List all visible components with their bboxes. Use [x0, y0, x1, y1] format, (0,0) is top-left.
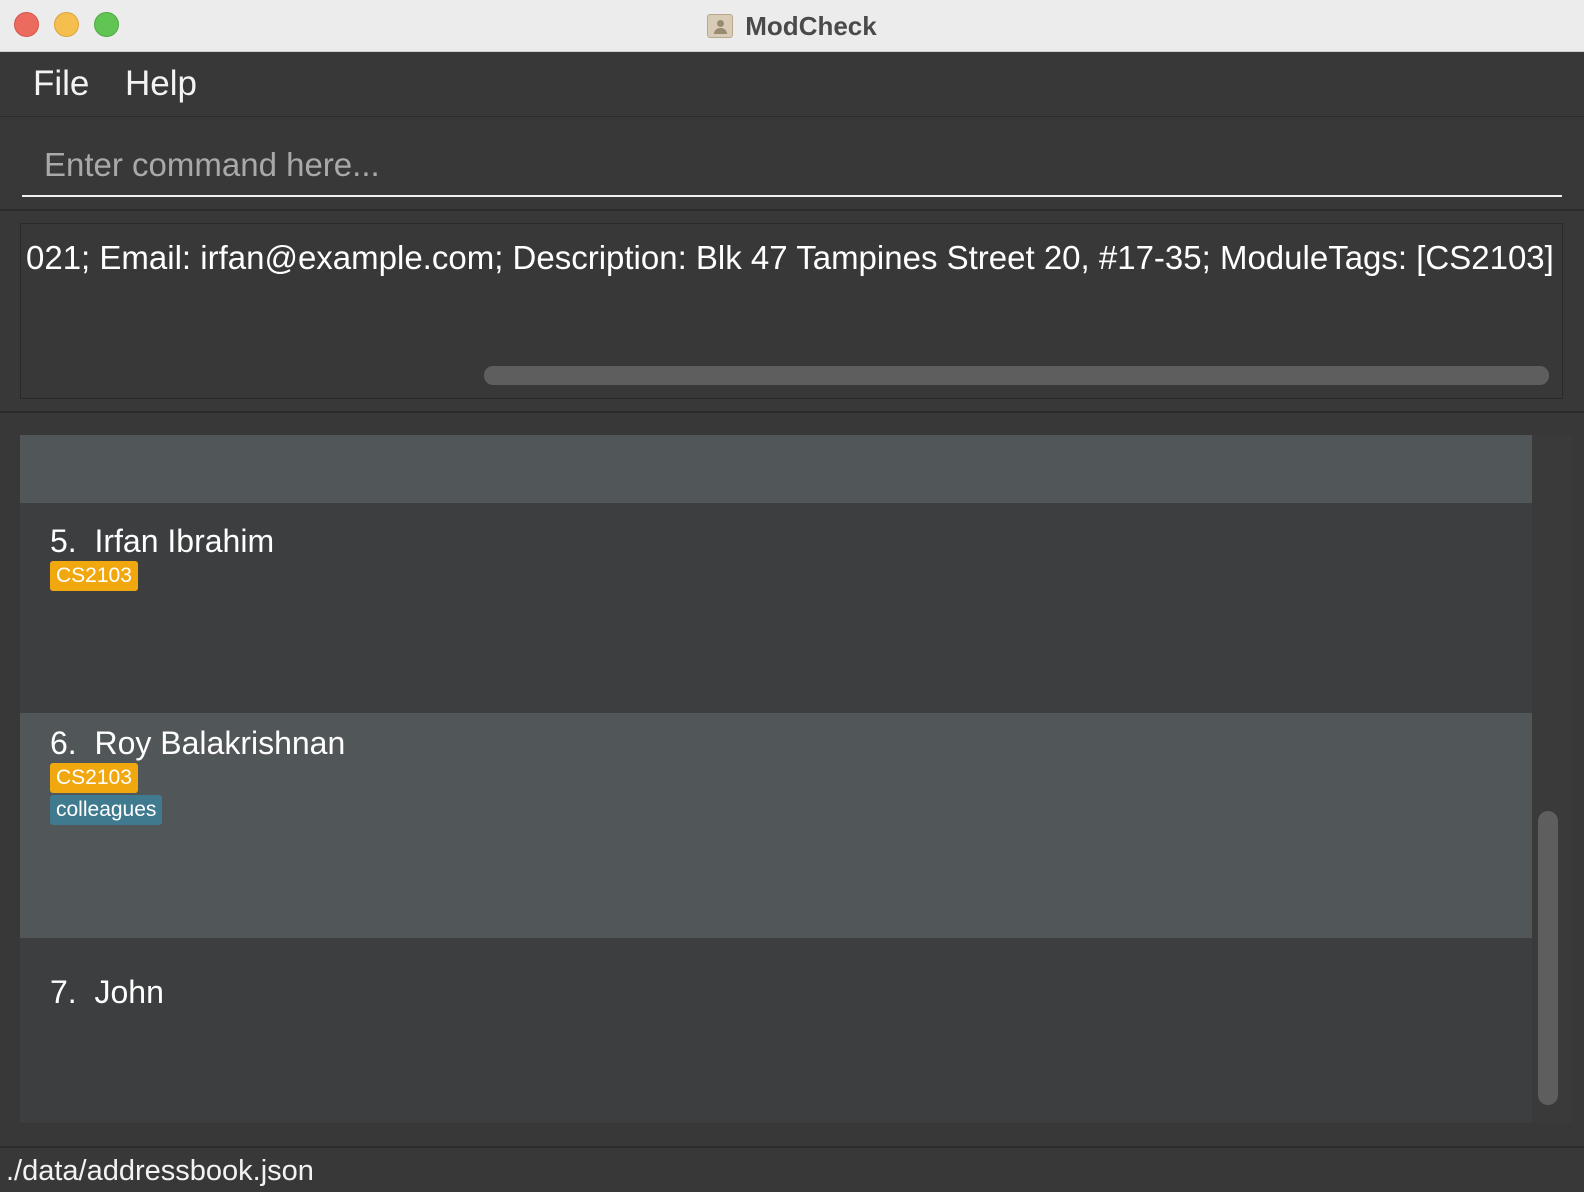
person-index: 6.: [50, 725, 77, 761]
person-index: 7.: [50, 974, 77, 1010]
command-input[interactable]: [22, 135, 1562, 197]
person-card-partial[interactable]: [20, 435, 1532, 503]
result-display[interactable]: 021; Email: irfan@example.com; Descripti…: [20, 223, 1563, 399]
tag: colleagues: [50, 795, 163, 825]
app-window: ModCheck File Help 021; Email: irfan@exa…: [0, 0, 1584, 1192]
person-card-selected[interactable]: 6. Roy Balakrishnan CS2103 colleagues: [20, 713, 1532, 938]
person-list-panel: 5. Irfan Ibrahim CS2103 6. Roy Balakrish…: [0, 413, 1584, 1146]
list-scrollbar-thumb[interactable]: [1538, 811, 1558, 1105]
person-name-line: 7. John: [50, 972, 164, 1012]
person-index: 5.: [50, 523, 77, 559]
title-wrap: ModCheck: [0, 0, 1584, 52]
person-name: Roy Balakrishnan: [94, 725, 346, 761]
menu-help[interactable]: Help: [125, 62, 197, 106]
status-bar: ./data/addressbook.json: [0, 1146, 1584, 1192]
module-tag: CS2103: [50, 763, 138, 793]
result-display-area: 021; Email: irfan@example.com; Descripti…: [0, 211, 1584, 413]
person-name: John: [94, 974, 164, 1010]
result-text: 021; Email: irfan@example.com; Descripti…: [26, 239, 1554, 276]
result-horizontal-scrollbar[interactable]: [484, 366, 1549, 385]
person-list[interactable]: 5. Irfan Ibrahim CS2103 6. Roy Balakrish…: [20, 435, 1532, 1123]
menu-file[interactable]: File: [33, 62, 89, 106]
command-box: [0, 117, 1584, 211]
person-name: Irfan Ibrahim: [94, 523, 275, 559]
person-card[interactable]: 5. Irfan Ibrahim CS2103: [20, 503, 1532, 713]
menu-bar: File Help: [0, 52, 1584, 117]
module-tag: CS2103: [50, 561, 138, 591]
save-file-path: ./data/addressbook.json: [6, 1155, 314, 1187]
window-title: ModCheck: [745, 10, 877, 41]
address-book-icon: [707, 14, 734, 38]
person-card[interactable]: 7. John: [20, 938, 1532, 1123]
person-name-line: 5. Irfan Ibrahim: [50, 521, 274, 561]
person-name-line: 6. Roy Balakrishnan: [50, 723, 345, 763]
title-bar[interactable]: ModCheck: [0, 0, 1584, 52]
